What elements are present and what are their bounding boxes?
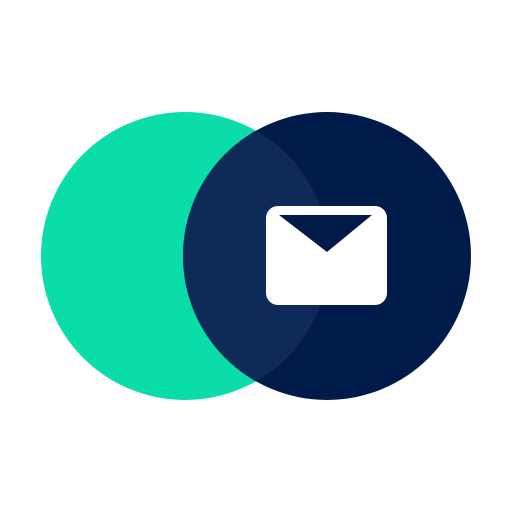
app-icon-canvas bbox=[0, 0, 512, 512]
mail-icon bbox=[266, 206, 387, 305]
app-logo bbox=[41, 112, 471, 400]
